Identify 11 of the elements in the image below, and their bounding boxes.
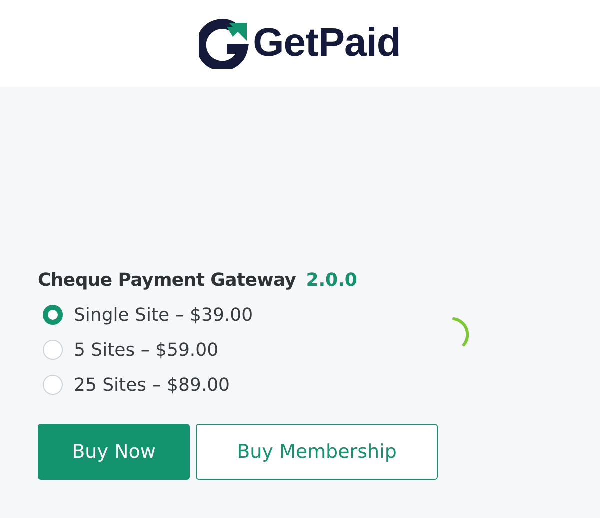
spinner-icon bbox=[450, 317, 470, 347]
product-title: Cheque Payment Gateway bbox=[38, 270, 296, 291]
version-label: 2.0.0 bbox=[306, 270, 358, 291]
option-label[interactable]: Single Site – $39.00 bbox=[74, 304, 254, 326]
option-label[interactable]: 25 Sites – $89.00 bbox=[74, 374, 230, 396]
logo-icon bbox=[199, 18, 250, 68]
buy-now-button[interactable]: Buy Now bbox=[38, 424, 190, 480]
option-label[interactable]: 5 Sites – $59.00 bbox=[74, 340, 219, 360]
logo-text: GetPaid bbox=[253, 21, 401, 66]
buy-membership-button[interactable]: Buy Membership bbox=[196, 424, 438, 480]
radio-button[interactable] bbox=[43, 305, 63, 325]
